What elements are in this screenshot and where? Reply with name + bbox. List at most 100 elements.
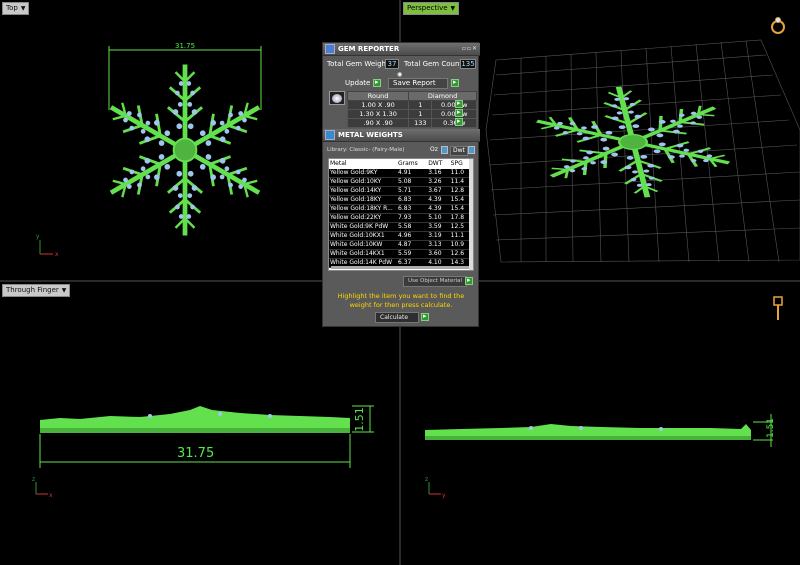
use-object-material-go[interactable] [465,276,473,285]
metal-cell-dwt: 3.19 [427,231,450,241]
save-report-dropdown[interactable]: Save Report [388,78,448,89]
metal-cell-metal: Yellow Gold:9KY [329,169,397,178]
viewport-perspective-label-text: Perspective [407,4,448,12]
calculate-button[interactable] [421,312,429,321]
metal-row[interactable]: Yellow Gold:9KY 4.91 3.16 11.0 [329,169,471,178]
metal-cell-grams: 5.59 [397,249,428,259]
svg-text:y: y [36,233,40,240]
oz-toggle-icon[interactable] [441,146,448,154]
metal-cell-spg: 10.9 [449,240,471,250]
metal-row[interactable]: White Gold:9K PdW 5.58 3.59 12.5 [329,222,471,232]
total-gem-weight-value: 37 [385,59,399,69]
gem-reporter-title: GEM REPORTER [338,45,400,53]
ring-icon [771,17,785,34]
svg-text:z: z [425,476,428,483]
metal-cell-spg: 12.5 [449,222,471,232]
gem-thumbnail[interactable] [329,91,345,105]
metal-cell-dwt: 5.10 [427,213,450,223]
top-dimension-label: 31.75 [175,42,196,50]
metal-cell-spg: 15.4 [449,204,471,214]
metal-cell-dwt: 3.13 [427,240,450,250]
gem-count: 1 [408,100,433,110]
metal-weights-header[interactable]: METAL WEIGHTS [323,129,480,142]
metal-cell-metal: Yellow Gold:18KY R... [329,204,397,214]
calculate-label: Calculate [380,314,409,321]
metal-row[interactable]: Yellow Gold:10KY 5.08 3.26 11.4 [329,177,471,187]
panel-window-buttons-icon[interactable]: ▫▫✕ [462,45,478,52]
metal-cell-grams: 6.83 [397,204,428,214]
front-height-dimension: 1.51 [352,407,366,432]
save-report-label: Save Report [393,79,436,87]
metal-cell-dwt: 4.39 [427,195,450,205]
vertical-scrollbar[interactable] [469,159,473,270]
dwt-toggle[interactable]: Dwt [450,146,468,156]
metal-row[interactable]: Yellow Gold:22KY 7.93 5.10 17.8 [329,213,471,223]
metal-cell-dwt: 3.60 [427,249,450,259]
gem-count: 133 [408,118,433,128]
metal-cell-grams: 5.71 [397,186,428,196]
metal-row[interactable]: Yellow Gold:14KY 5.71 3.67 12.8 [329,186,471,196]
metal-row[interactable]: White Gold:10KW 4.87 3.13 10.9 [329,240,471,250]
gem-shape-header: Round [346,91,410,101]
calculate-field[interactable]: Calculate [375,312,419,323]
metal-cell-spg: 11.0 [449,169,471,178]
metal-cell-spg: 17.8 [449,213,471,223]
dwt-toggle-label: Dwt [453,147,465,154]
viewport-front-label-text: Through Finger [6,286,59,294]
svg-text:z: z [32,476,35,483]
metal-cell-spg: 15.4 [449,195,471,205]
chevron-down-icon: ▼ [61,287,67,294]
metal-cell-grams: 5.58 [397,222,428,232]
metal-cell-metal: Yellow Gold:10KY [329,177,397,187]
metal-weights-list[interactable]: Metal Grams DWT SPG Yellow Gold:9KY 4.91 3… [328,158,474,271]
viewport-top-label-text: Top [6,4,18,12]
column-metal: Metal [329,159,397,169]
gem-row-select-button[interactable] [455,99,463,108]
chevron-down-icon: ▼ [20,5,26,12]
svg-text:x: x [55,251,59,258]
metal-cell-grams: 5.08 [397,177,428,187]
total-gem-count-label: Total Gem Count [404,60,463,68]
save-report-button[interactable] [451,78,459,87]
gem-count: 1 [408,109,433,119]
viewport-top-label[interactable]: Top ▼ [2,2,30,15]
gem-size: .90 X .90 [346,118,410,128]
gem-type-header: Diamond [408,91,477,101]
metal-row[interactable]: Yellow Gold:18KY R... 6.83 4.39 15.4 [329,204,471,214]
use-object-material-label: Use Object Material [408,278,463,284]
oz-toggle[interactable]: Oz [430,146,438,153]
viewport-front-label[interactable]: Through Finger ▼ [2,284,71,297]
metal-row[interactable]: White Gold:10KX1 4.96 3.19 11.1 [329,231,471,241]
gem-reporter-icon [325,44,335,54]
right-height-dimension: 1.51 [766,417,777,439]
svg-text:y: y [442,492,446,499]
column-dwt: DWT [427,159,450,169]
total-gem-weight-label: Total Gem Weight [327,60,389,68]
metal-cell-metal: White Gold:9K PdW [329,222,397,232]
front-width-dimension: 31.75 [177,446,215,461]
dwt-toggle-icon[interactable] [468,146,475,154]
use-object-material-button[interactable]: Use Object Material [403,276,468,287]
metal-cell-spg: 11.1 [449,231,471,241]
gem-row-select-button[interactable] [455,117,463,126]
collapse-indicator-icon[interactable]: ◉ [397,71,402,78]
metal-cell-metal: White Gold:10KW [329,240,397,250]
metal-cell-metal: Yellow Gold:18KY [329,195,397,205]
metal-cell-grams: 4.96 [397,231,428,241]
metal-row[interactable]: White Gold:14KX1 5.59 3.60 12.6 [329,249,471,259]
gem-size: 1.00 X .90 [346,100,410,110]
metal-weights-title: METAL WEIGHTS [338,131,403,139]
gem-size: 1.30 X 1.30 [346,109,410,119]
update-label: Update [345,79,371,87]
oz-label: Oz [430,146,438,153]
metal-cell-grams: 7.93 [397,213,428,223]
horizontal-scrollbar[interactable] [331,266,469,269]
ring-side-icon [773,296,783,320]
metal-cell-spg: 12.8 [449,186,471,196]
gem-reporter-header[interactable]: GEM REPORTER ▫▫✕ [323,43,480,56]
viewport-perspective-label[interactable]: Perspective ▼ [403,2,460,15]
gem-row-select-button[interactable] [455,108,463,117]
svg-text:x: x [49,492,53,499]
update-button[interactable] [373,78,381,87]
metal-row[interactable]: Yellow Gold:18KY 6.83 4.39 15.4 [329,195,471,205]
